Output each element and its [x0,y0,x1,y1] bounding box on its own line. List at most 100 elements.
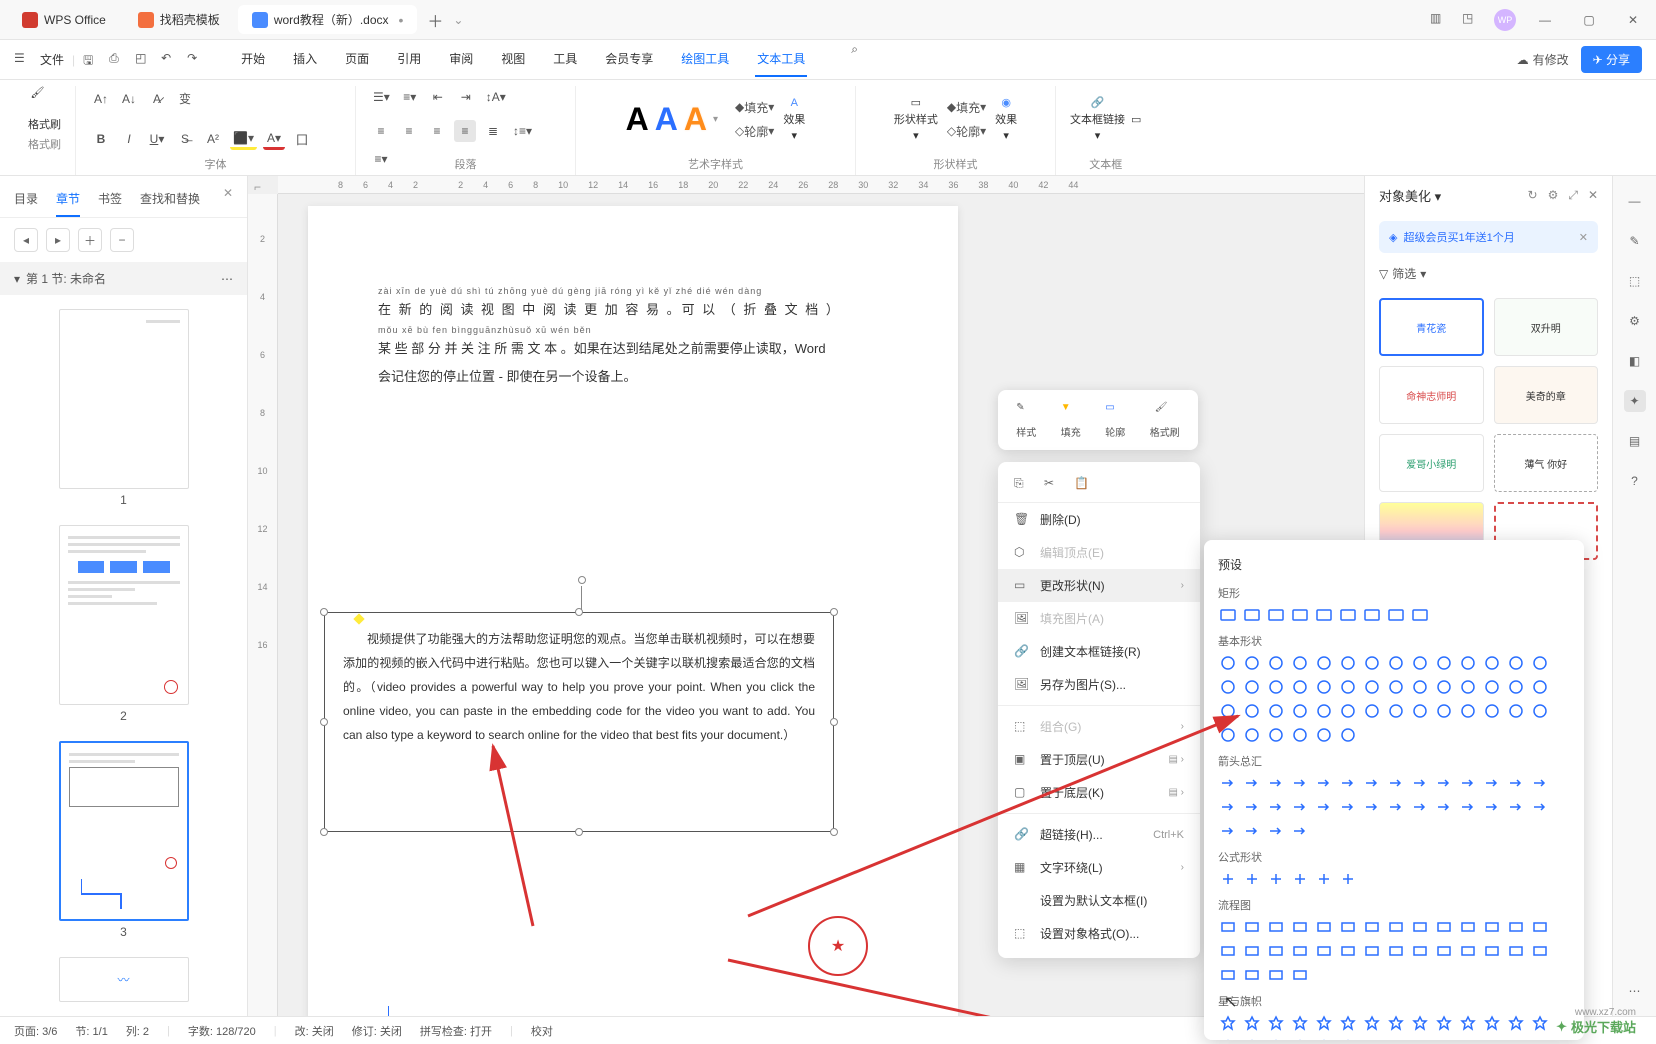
ft-outline[interactable]: ▭轮廓 [1105,402,1125,439]
shape-option[interactable] [1410,941,1430,961]
search-icon[interactable]: ⌕ [851,42,869,60]
shape-option[interactable] [1386,917,1406,937]
sb-page[interactable]: 页面: 3/6 [14,1023,57,1039]
minimize-button[interactable]: — [1530,5,1560,35]
shape-option[interactable] [1410,917,1430,937]
template-item[interactable]: 爱哥小绿明 [1379,434,1484,492]
shape-option[interactable] [1314,1013,1334,1033]
ft-fill[interactable]: ▼填充 [1061,402,1081,439]
wordart-style-1[interactable]: A [626,101,649,138]
handle-tl[interactable] [320,608,328,616]
line-spacing-icon[interactable]: ↕≡▾ [510,120,535,142]
shape-option[interactable] [1242,725,1262,745]
shape-option[interactable] [1338,941,1358,961]
shape-option[interactable] [1242,773,1262,793]
handle-mr[interactable] [830,718,838,726]
clear-format-icon[interactable]: A̷ [146,88,168,110]
shape-option[interactable] [1242,797,1262,817]
shape-option[interactable] [1266,821,1286,841]
numbered-list-icon[interactable]: ≡▾ [399,86,421,108]
shape-option[interactable] [1314,677,1334,697]
avatar[interactable]: WP [1494,9,1516,31]
shape-option[interactable] [1242,1037,1262,1040]
shape-option[interactable] [1218,869,1238,889]
tab-insert[interactable]: 插入 [291,42,319,77]
shape-option[interactable] [1338,797,1358,817]
shape-option[interactable] [1434,941,1454,961]
sb-section[interactable]: 节: 1/1 [75,1023,107,1039]
app-tab[interactable]: WPS Office [8,6,120,34]
settings-icon[interactable]: ⚙ [1548,188,1559,203]
shape-option[interactable] [1506,1013,1526,1033]
align-justify-icon[interactable]: ≡ [454,120,476,142]
textbox-break-button[interactable]: ▭ [1131,113,1141,126]
shape-option[interactable] [1314,701,1334,721]
template-tab[interactable]: 找稻壳模板 [124,5,234,34]
text-outline-button[interactable]: ◇ 轮廓 ▾ [732,120,777,142]
shape-option[interactable] [1458,917,1478,937]
shape-option[interactable] [1410,701,1430,721]
share-button[interactable]: ✈ 分享 [1581,46,1642,73]
cm-set-default[interactable]: 设置为默认文本框(I) [998,884,1200,917]
thumb-3[interactable] [59,741,189,921]
shape-option[interactable] [1338,701,1358,721]
preview-icon[interactable]: ◰ [135,51,153,69]
ruler-vertical[interactable]: 246810121416 [248,194,278,1016]
shape-option[interactable] [1506,653,1526,673]
shape-option[interactable] [1266,965,1286,985]
shape-option[interactable] [1530,797,1550,817]
shape-option[interactable] [1266,773,1286,793]
shape-option[interactable] [1314,605,1334,625]
rs-adjust-icon[interactable]: ⚙ [1624,310,1646,332]
filter-button[interactable]: ▽筛选 ▾ [1365,259,1612,288]
rs-book-icon[interactable]: ▤ [1624,430,1646,452]
tab-tools[interactable]: 工具 [551,42,579,77]
shape-option[interactable] [1242,917,1262,937]
shape-option[interactable] [1314,1037,1334,1040]
shape-option[interactable] [1506,941,1526,961]
align-left-icon[interactable]: ≡ [370,120,392,142]
shape-option[interactable] [1434,677,1454,697]
char-border-button[interactable]: 囗 [291,128,313,150]
shape-option[interactable] [1338,1013,1358,1033]
undo-icon[interactable]: ↶ [161,51,179,69]
doc-tab[interactable]: word教程（新）.docx• [238,5,418,34]
shape-option[interactable] [1290,1037,1310,1040]
shape-option[interactable] [1266,1013,1286,1033]
shape-option[interactable] [1218,965,1238,985]
shape-option[interactable] [1530,941,1550,961]
shape-option[interactable] [1314,797,1334,817]
shape-option[interactable] [1242,1013,1262,1033]
superscript-button[interactable]: A² [202,128,224,150]
shape-option[interactable] [1386,773,1406,793]
rs-pen-icon[interactable]: ✎ [1624,230,1646,252]
shape-option[interactable] [1338,677,1358,697]
indent-right-icon[interactable]: ⇥ [455,86,477,108]
handle-ml[interactable] [320,718,328,726]
shape-option[interactable] [1242,605,1262,625]
shape-option[interactable] [1314,869,1334,889]
shape-option[interactable] [1362,653,1382,673]
format-painter-button[interactable]: 🖌格式刷 [28,86,61,132]
shape-option[interactable] [1482,797,1502,817]
maximize-button[interactable]: ▢ [1574,5,1604,35]
shape-option[interactable] [1242,701,1262,721]
rp-close-icon[interactable]: ✕ [1588,188,1598,203]
cut-icon[interactable]: ✂ [1044,476,1060,492]
shape-option[interactable] [1458,797,1478,817]
tab-review[interactable]: 审阅 [447,42,475,77]
copy-icon[interactable]: ⎘ [1014,476,1030,492]
shape-option[interactable] [1506,797,1526,817]
sidebar-toggle-icon[interactable]: ▥ [1430,11,1448,29]
shape-option[interactable] [1482,677,1502,697]
shape-option[interactable] [1290,965,1310,985]
font-color-button[interactable]: A▾ [263,128,285,150]
shape-option[interactable] [1506,773,1526,793]
shape-option[interactable] [1530,677,1550,697]
sb-edit[interactable]: 修订: 关闭 [352,1023,402,1039]
shape-option[interactable] [1482,1013,1502,1033]
shape-option[interactable] [1362,677,1382,697]
sb-changes[interactable]: 改: 关闭 [295,1023,334,1039]
shape-fill-button[interactable]: ◆ 填充 ▾ [944,96,989,118]
shape-option[interactable] [1266,677,1286,697]
